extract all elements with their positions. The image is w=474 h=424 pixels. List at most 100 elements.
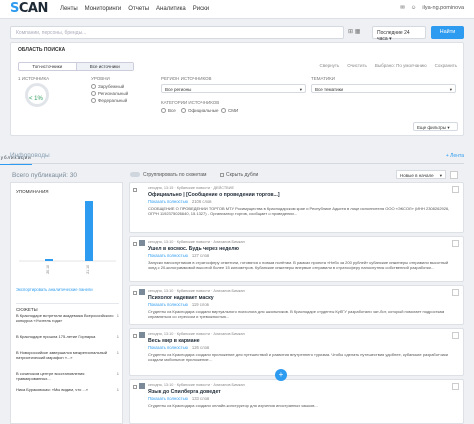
- card-options-icon[interactable]: [452, 383, 459, 390]
- sources-count-label: 1 ИСТОЧНИКА: [18, 76, 50, 81]
- filter-icon[interactable]: ⊞: [348, 29, 353, 35]
- show-full-link[interactable]: Показать полностью 127 слов: [148, 253, 209, 258]
- period-select[interactable]: Последние 24 часа ▾: [372, 26, 426, 42]
- categories-label: Категории источников: [161, 100, 220, 105]
- panel-tools: Свернуть Очистить Выбрано: По умолчанию …: [320, 63, 457, 68]
- card-meta: сегодня, 13:10 · Кубанские новости · Али…: [148, 289, 245, 293]
- sources-segmented-control: Топ-источники Все источники: [18, 62, 134, 71]
- subject-item[interactable]: В Новороссийске завершился межрегиональн…: [16, 350, 119, 360]
- card-body: Студенты из Краснодара создали приложени…: [148, 352, 448, 362]
- sort-select[interactable]: Новые в начале ▾: [396, 170, 446, 179]
- add-feed-button[interactable]: + Лента: [446, 153, 464, 159]
- topics-select[interactable]: Все тематики ▾: [311, 84, 456, 93]
- search-row: Компании, персоны, бренды... ⊞ ▦ Последн…: [10, 26, 464, 42]
- more-filters-button[interactable]: Еще фильтры ▾: [413, 122, 458, 131]
- radio-icon: [181, 108, 186, 114]
- user-name: ilya-ng.pominova: [422, 5, 464, 11]
- card-title[interactable]: Ушел в космос. Будь через неделю: [148, 246, 239, 252]
- level-foreign[interactable]: Зарубежный: [91, 84, 124, 90]
- card-title[interactable]: Весь мир в кармане: [148, 338, 200, 344]
- card-options-icon[interactable]: [452, 240, 459, 247]
- nav-risks[interactable]: Риски: [193, 6, 209, 12]
- x-tick-label: 20.10: [46, 265, 50, 274]
- user-icon: ☺: [410, 5, 417, 11]
- preset-select[interactable]: Выбрано: По умолчанию: [375, 63, 427, 68]
- collapse-link[interactable]: Свернуть: [320, 63, 340, 68]
- card-body: Запуски наноспутников в стратосферу отме…: [148, 260, 449, 270]
- scroll-top-button[interactable]: +: [275, 369, 287, 381]
- radio-icon: [161, 108, 166, 114]
- toggle-icon[interactable]: [130, 172, 140, 178]
- sources-donut: [25, 83, 49, 107]
- mentions-bar[interactable]: [85, 201, 93, 261]
- analytics-sidebar: УПОМИНАНИЯ 20.10 21.10 Экспортировать ана…: [10, 182, 123, 424]
- logo[interactable]: SCAN: [10, 1, 48, 16]
- clear-link[interactable]: Очистить: [347, 63, 367, 68]
- publication-card[interactable]: сегодня, 13:10 · Кубанские новости · Али…: [129, 236, 464, 282]
- publication-card[interactable]: сегодня, 13:10 · Кубанские новости · Али…: [129, 328, 464, 376]
- chevron-down-icon: ▾: [299, 87, 302, 92]
- card-options-icon[interactable]: [452, 332, 459, 339]
- thumbnail: [139, 240, 145, 246]
- nav-feeds[interactable]: Ленты: [60, 6, 78, 12]
- hide-duplicates-checkbox[interactable]: Скрыть дубли: [220, 172, 258, 178]
- region-select[interactable]: Все регионы ▾: [161, 84, 306, 93]
- subject-item[interactable]: В Краснодаре встретили академика Всеросс…: [16, 313, 119, 323]
- card-body: Студенты из Краснодара создали виртуальн…: [148, 309, 445, 319]
- nav-monitoring[interactable]: Мониторинги: [85, 6, 122, 12]
- publications-list: сегодня, 13:15 · Кубанские новости · ДЕЙ…: [129, 182, 464, 424]
- select-checkbox[interactable]: [133, 334, 137, 338]
- save-link[interactable]: Сохранить: [435, 63, 457, 68]
- subject-item[interactable]: В Краснодаре прошла 175-летие Горпарка 1: [16, 334, 119, 339]
- thumbnail: [139, 289, 145, 295]
- plus-icon: +: [278, 370, 284, 379]
- show-full-link[interactable]: Показать полностью 126 слов: [148, 345, 209, 350]
- show-full-link[interactable]: Показать полностью 133 слов: [148, 396, 209, 401]
- bell-icon[interactable]: ✉: [400, 5, 405, 11]
- card-options-icon[interactable]: [452, 289, 459, 296]
- category-official[interactable]: Официальные: [181, 108, 219, 114]
- nav-reports[interactable]: Отчеты: [128, 6, 149, 12]
- level-regional[interactable]: Региональный: [91, 91, 128, 97]
- seg-all-sources[interactable]: Все источники: [75, 63, 133, 70]
- publication-card[interactable]: сегодня, 13:15 · Кубанские новости · ДЕЙ…: [129, 182, 464, 233]
- level-federal[interactable]: Федеральный: [91, 98, 127, 104]
- select-checkbox[interactable]: [133, 291, 137, 295]
- seg-top-sources[interactable]: Топ-источники: [19, 63, 76, 70]
- calendar-icon[interactable]: ▦: [355, 29, 361, 35]
- show-full-link[interactable]: Показать полностью 2106 слов: [148, 199, 212, 204]
- subject-item[interactable]: Ника Бураковская: «Мы видим, что ...» 1: [16, 387, 119, 392]
- card-title[interactable]: Официально | [Сообщение о проведении тор…: [148, 192, 280, 198]
- category-all[interactable]: Все: [161, 108, 176, 114]
- region-label: Регион источников: [161, 76, 212, 81]
- card-meta: сегодня, 13:10 · Кубанские новости · Али…: [148, 240, 245, 244]
- radio-icon: [91, 98, 96, 104]
- category-media[interactable]: СМИ: [221, 108, 238, 114]
- card-title[interactable]: Психолог надевает маску: [148, 295, 214, 301]
- user-menu[interactable]: ✉ ☺ ilya-ng.pominova: [400, 5, 464, 11]
- mentions-bar[interactable]: [45, 259, 53, 261]
- card-title[interactable]: Язык до Спилберга доведет: [148, 389, 221, 395]
- publication-card[interactable]: сегодня, 13:10 · Кубанские новости · Али…: [129, 285, 464, 325]
- group-toggle[interactable]: Сгруппировать по сюжетам: [130, 172, 206, 178]
- topics-label: Тематики: [311, 76, 335, 81]
- radio-icon: [221, 108, 226, 114]
- total-publications: Всего публикаций: 30: [12, 172, 77, 179]
- select-checkbox[interactable]: [133, 385, 137, 389]
- chevron-down-icon: ▾: [439, 173, 442, 178]
- publication-card[interactable]: сегодня, 13:10 · Кубанские новости · Али…: [129, 379, 464, 424]
- select-checkbox[interactable]: [133, 188, 137, 192]
- main-nav: Ленты Мониторинги Отчеты Аналитика Риски: [60, 6, 209, 12]
- subject-item[interactable]: В сочинском центре восстановления травми…: [16, 371, 119, 381]
- find-button[interactable]: Найти: [431, 26, 464, 39]
- export-analytics-link[interactable]: Экспортировать аналитические панели: [16, 287, 93, 292]
- thumbnail: [139, 383, 145, 389]
- search-input[interactable]: Компании, персоны, бренды...: [10, 26, 344, 39]
- nav-analytics[interactable]: Аналитика: [156, 6, 186, 12]
- show-full-link[interactable]: Показать полностью 119 слов: [148, 302, 209, 307]
- card-meta: сегодня, 13:10 · Кубанские новости · Али…: [148, 332, 245, 336]
- card-options-icon[interactable]: [452, 186, 459, 193]
- sort-options-icon[interactable]: [450, 171, 458, 179]
- levels-label: Уровни: [91, 76, 110, 81]
- select-checkbox[interactable]: [133, 242, 137, 246]
